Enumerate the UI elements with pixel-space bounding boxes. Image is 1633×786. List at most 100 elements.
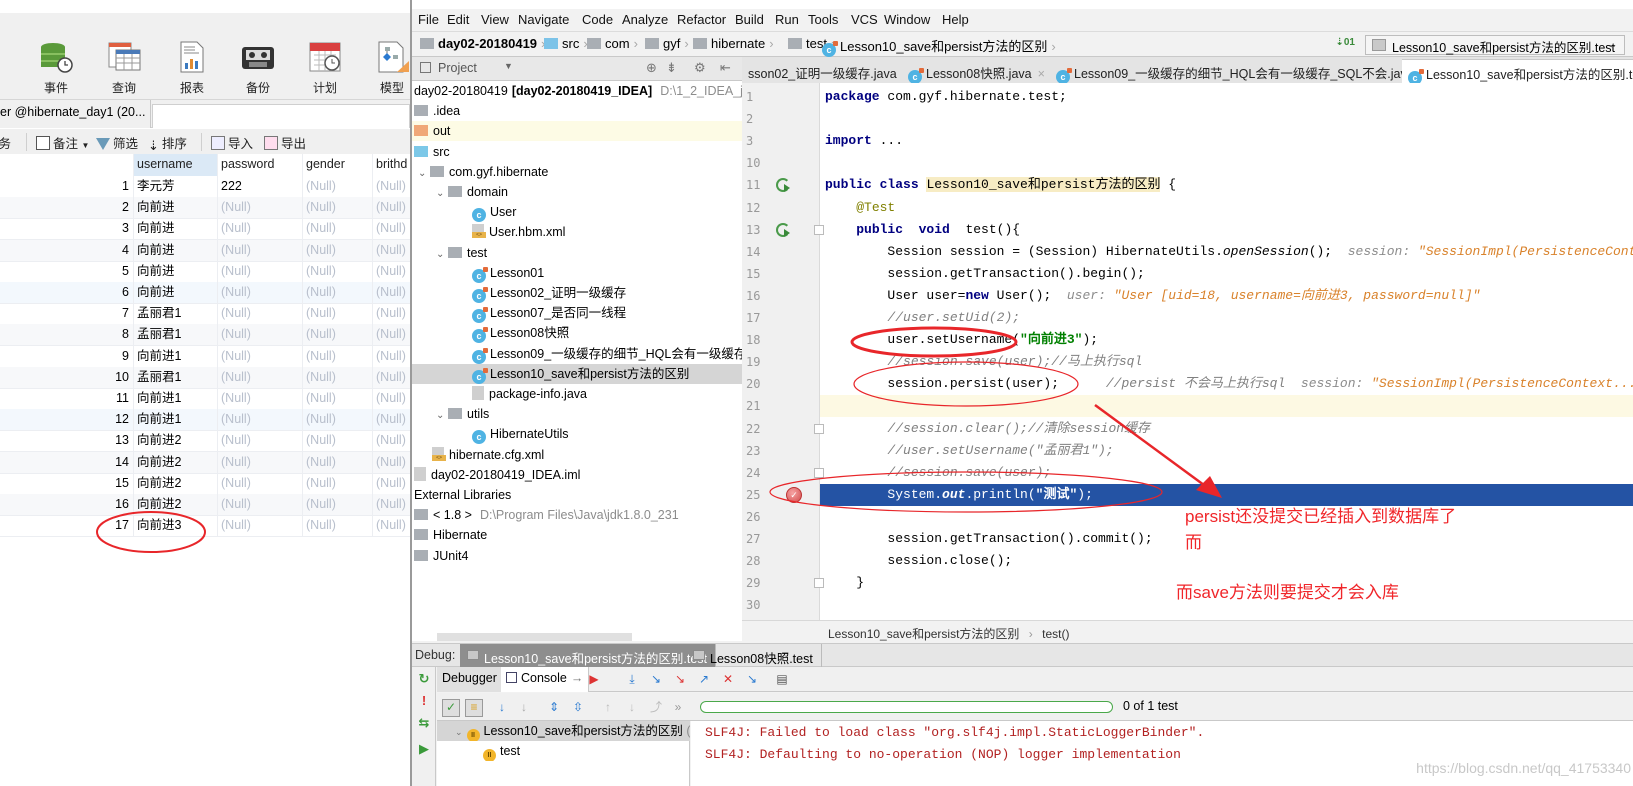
row-id-cell[interactable]: 9 (0, 345, 134, 368)
gender-cell[interactable]: (Null) (303, 345, 373, 368)
table-row[interactable]: 17 向前进3 (Null) (Null) (Null) (0, 515, 410, 538)
table-row[interactable]: 12 向前进1 (Null) (Null) (Null) (0, 409, 410, 432)
code-line[interactable]: user.setUsername("向前进3"); (820, 329, 1633, 351)
password-cell[interactable]: (Null) (218, 451, 303, 474)
crumb-method[interactable]: test() (1042, 627, 1069, 641)
brithday-cell[interactable]: (Null) (373, 324, 410, 346)
username-cell[interactable]: 向前进2 (134, 430, 218, 453)
row-id-cell[interactable]: 1 (0, 176, 134, 198)
stop-error-icon[interactable]: ! (417, 694, 431, 708)
more-icon[interactable]: » (671, 700, 685, 714)
code-line[interactable]: Session session = (Session) HibernateUti… (820, 241, 1633, 263)
password-cell[interactable]: (Null) (218, 494, 303, 516)
tab-debugger[interactable]: Debugger (437, 667, 503, 692)
username-cell[interactable]: 孟丽君1 (134, 366, 218, 389)
step-over-icon[interactable]: ⤓ (625, 672, 639, 686)
password-cell[interactable]: 222 (218, 176, 303, 198)
sort-button[interactable]: ⇣ 排序 (148, 133, 187, 153)
code-line[interactable] (820, 395, 1633, 418)
expand-all-icon[interactable]: ⇕ (547, 700, 561, 714)
username-cell[interactable]: 向前进2 (134, 494, 218, 516)
username-cell[interactable]: 向前进 (134, 218, 218, 241)
show-ignored-icon[interactable]: ≡ (465, 699, 483, 717)
code-line[interactable]: session.getTransaction().begin(); (820, 263, 1633, 285)
menu-view[interactable]: View (481, 12, 509, 27)
brithday-cell[interactable]: (Null) (373, 261, 410, 283)
row-id-cell[interactable]: 17 (0, 515, 134, 538)
table-row[interactable]: 11 向前进1 (Null) (Null) (Null) (0, 388, 410, 410)
menu-code[interactable]: Code (582, 12, 613, 27)
editor-tab[interactable]: sson02_证明一级缓存.java× (742, 59, 917, 83)
username-cell[interactable]: 向前进2 (134, 451, 218, 474)
username-cell[interactable]: 孟丽君1 (134, 303, 218, 326)
table-row[interactable]: 7 孟丽君1 (Null) (Null) (Null) (0, 303, 410, 326)
brithday-cell[interactable]: (Null) (373, 515, 410, 537)
tree-item[interactable]: day02-20180419_IDEA.iml (412, 465, 742, 485)
tree-item[interactable]: Hibernate (412, 525, 742, 545)
gender-cell[interactable]: (Null) (303, 472, 373, 495)
breadcrumb-item[interactable]: hibernate › (693, 36, 774, 51)
chevron-down-icon[interactable]: ⌄ (436, 245, 448, 263)
editor-tab[interactable]: c Lesson10_save和persist方法的区别.test (1402, 59, 1633, 85)
row-id-cell[interactable]: 2 (0, 197, 134, 220)
run-configuration-select[interactable]: Lesson10_save和persist方法的区别.test ⌄ (1365, 35, 1625, 55)
tree-item[interactable]: hibernate.cfg.xml (412, 445, 742, 465)
resume-icon[interactable]: ▶ (417, 742, 431, 756)
row-id-cell[interactable]: 11 (0, 388, 134, 410)
code-line[interactable]: @Test (820, 197, 1633, 219)
code-line[interactable]: session.persist(user); //persist 不会马上执行s… (820, 373, 1633, 395)
gender-cell[interactable]: (Null) (303, 409, 373, 432)
tree-item[interactable]: User.hbm.xml (412, 222, 742, 242)
ribbon-button-model[interactable]: 模型 (362, 41, 410, 99)
run-to-cursor-icon[interactable]: ↘ (745, 672, 759, 686)
username-cell[interactable]: 李元芳 (134, 176, 218, 198)
table-row[interactable]: 1 李元芳 222 (Null) (Null) (0, 176, 410, 198)
chevron-down-icon[interactable]: ⌄ (436, 406, 448, 424)
row-id-cell[interactable]: 12 (0, 409, 134, 432)
brithday-cell[interactable]: (Null) (373, 388, 410, 410)
username-cell[interactable]: 向前进 (134, 260, 218, 283)
brithday-cell[interactable]: (Null) (373, 303, 410, 325)
brithday-cell[interactable]: (Null) (373, 430, 410, 452)
code-line[interactable] (820, 152, 1633, 174)
password-cell[interactable]: (Null) (218, 388, 303, 410)
username-cell[interactable]: 向前进 (134, 239, 218, 262)
username-cell[interactable]: 向前进1 (134, 388, 218, 410)
code-line[interactable]: //user.setUid(2); (820, 307, 1633, 329)
tree-item[interactable]: JUnit4 (412, 546, 742, 566)
username-cell[interactable]: 向前进 (134, 282, 218, 304)
gender-cell[interactable]: (Null) (303, 303, 373, 326)
gender-cell[interactable]: (Null) (303, 515, 373, 538)
table-row[interactable]: 4 向前进 (Null) (Null) (Null) (0, 239, 410, 262)
tree-item[interactable]: cLesson09_一级缓存的细节_HQL会有一级缓存_SQL不会 (412, 344, 742, 364)
tree-item[interactable]: c Lesson02_证明一级缓存 (412, 283, 742, 303)
gender-cell[interactable]: (Null) (303, 494, 373, 516)
run-test-icon[interactable] (776, 222, 790, 237)
tree-item[interactable]: package-info.java (412, 384, 742, 404)
gear-icon[interactable]: ⚙ (694, 60, 706, 76)
brithday-cell[interactable]: (Null) (373, 240, 410, 262)
gender-cell[interactable]: (Null) (303, 218, 373, 241)
table-row[interactable]: 3 向前进 (Null) (Null) (Null) (0, 218, 410, 241)
tree-item[interactable]: .idea (412, 101, 742, 121)
brithday-cell[interactable]: (Null) (373, 494, 410, 516)
row-id-cell[interactable]: 7 (0, 303, 134, 326)
password-cell[interactable]: (Null) (218, 345, 303, 368)
breakpoint-icon[interactable]: ✓ (786, 486, 802, 503)
menu-vcs[interactable]: VCS (851, 12, 878, 27)
column-header-brithday[interactable]: brithd (373, 154, 410, 176)
run-test-icon[interactable] (776, 178, 790, 193)
menu-edit[interactable]: Edit (447, 12, 469, 27)
crumb-class[interactable]: Lesson10_save和persist方法的区别 (828, 627, 1019, 641)
code-line[interactable] (820, 594, 1633, 616)
row-id-cell[interactable]: 10 (0, 366, 134, 389)
code-line[interactable]: package com.gyf.hibernate.test; (820, 86, 1633, 108)
code-line[interactable] (820, 108, 1633, 130)
gender-cell[interactable]: (Null) (303, 282, 373, 304)
brithday-cell[interactable]: (Null) (373, 452, 410, 474)
step-into-icon[interactable]: ↘ (649, 672, 663, 686)
table-row[interactable]: 8 孟丽君1 (Null) (Null) (Null) (0, 324, 410, 347)
menu-file[interactable]: File (418, 12, 439, 27)
menu-navigate[interactable]: Navigate (518, 12, 569, 27)
close-tab-icon[interactable]: × (1038, 67, 1045, 81)
